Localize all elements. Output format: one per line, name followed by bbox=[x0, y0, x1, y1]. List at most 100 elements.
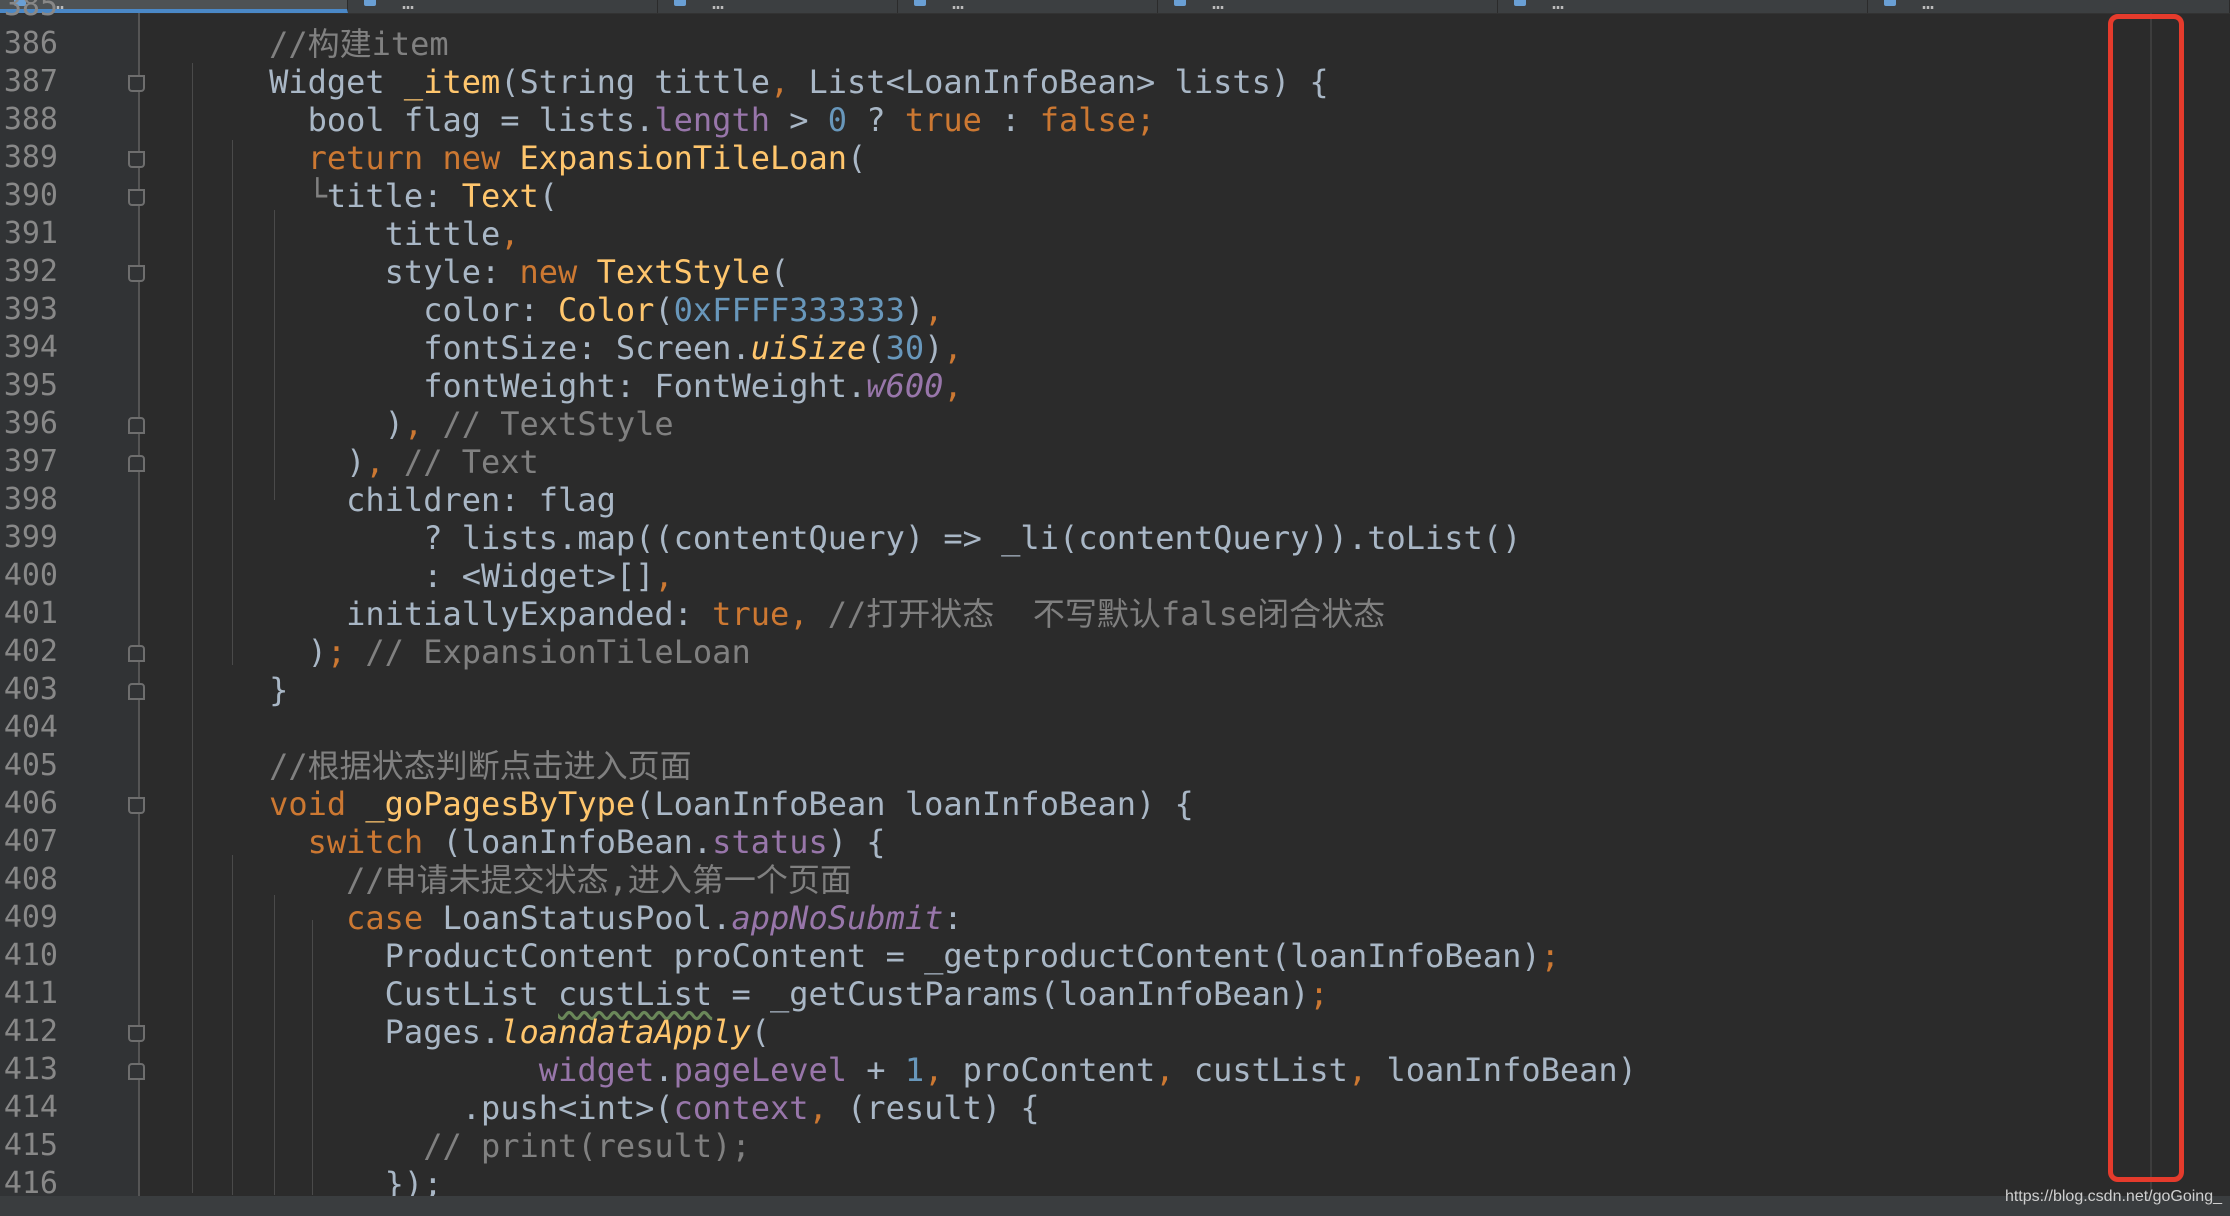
code-token: , bbox=[924, 291, 944, 329]
code-line[interactable]: 410 ProductContent proContent = _getprod… bbox=[0, 937, 2100, 975]
code-token: , bbox=[1347, 1051, 1387, 1089]
code-line[interactable]: 403 } bbox=[0, 671, 2100, 709]
code-line[interactable]: 408 //申请未提交状态,进入第一个页面 bbox=[0, 861, 2100, 899]
code-text: ? lists.map((contentQuery) => _li(conten… bbox=[192, 519, 1521, 557]
code-token: , bbox=[789, 595, 828, 633]
code-line[interactable]: 385 bbox=[0, 0, 2100, 25]
code-line[interactable]: 393 color: Color(0xFFFF333333), bbox=[0, 291, 2100, 329]
code-line[interactable]: 387 Widget _item(String tittle, List<Loa… bbox=[0, 63, 2100, 101]
code-token: : bbox=[943, 899, 963, 937]
fold-expand-icon[interactable] bbox=[128, 797, 145, 814]
indent-guide bbox=[192, 63, 193, 1193]
fold-expand-icon[interactable] bbox=[128, 75, 145, 92]
code-token: 0xFFFF333333 bbox=[673, 291, 905, 329]
code-token: ; bbox=[326, 633, 366, 671]
code-token: ( bbox=[750, 1013, 770, 1051]
code-line[interactable]: 409 case LoanStatusPool.appNoSubmit: bbox=[0, 899, 2100, 937]
code-line[interactable]: 388 bool flag = lists.length > 0 ? true … bbox=[0, 101, 2100, 139]
code-token: void bbox=[269, 785, 366, 823]
code-line[interactable]: 398 children: flag bbox=[0, 481, 2100, 519]
code-token: = _getCustParams(loanInfoBean) bbox=[712, 975, 1310, 1013]
watermark-text: https://blog.csdn.net/goGoing_ bbox=[2004, 1188, 2222, 1205]
code-token: Pages. bbox=[384, 1013, 501, 1051]
code-line[interactable]: 414 .push<int>(context, (result) { bbox=[0, 1089, 2100, 1127]
code-token: └ bbox=[307, 177, 327, 215]
code-line[interactable]: 391 tittle, bbox=[0, 215, 2100, 253]
fold-expand-icon[interactable] bbox=[128, 1025, 145, 1042]
line-number: 403 bbox=[3, 672, 58, 707]
code-line[interactable]: 392 style: new TextStyle( bbox=[0, 253, 2100, 291]
line-number: 409 bbox=[3, 900, 58, 935]
fold-end-icon[interactable] bbox=[128, 455, 145, 472]
fold-expand-icon[interactable] bbox=[128, 189, 145, 206]
code-token: new bbox=[519, 253, 597, 291]
fold-end-icon[interactable] bbox=[128, 683, 145, 700]
line-number: 408 bbox=[3, 862, 58, 897]
code-token: (result) { bbox=[847, 1089, 1040, 1127]
code-text: case LoanStatusPool.appNoSubmit: bbox=[192, 899, 963, 937]
code-line[interactable]: 399 ? lists.map((contentQuery) => _li(co… bbox=[0, 519, 2100, 557]
code-line[interactable]: 396 ), // TextStyle bbox=[0, 405, 2100, 443]
line-number: 396 bbox=[3, 406, 58, 441]
indent-guide bbox=[232, 140, 233, 665]
code-text: ), // Text bbox=[192, 443, 539, 481]
code-token: , bbox=[808, 1089, 848, 1127]
code-line[interactable]: 406 void _goPagesByType(LoanInfoBean loa… bbox=[0, 785, 2100, 823]
code-line[interactable]: 401 initiallyExpanded: true, //打开状态 不写默认… bbox=[0, 595, 2100, 633]
code-token: custList bbox=[558, 975, 713, 1013]
code-token: true bbox=[904, 101, 982, 139]
horizontal-scrollbar[interactable] bbox=[0, 1196, 2230, 1216]
code-token: ( bbox=[538, 177, 559, 215]
fold-expand-icon[interactable] bbox=[128, 151, 145, 168]
line-number: 394 bbox=[3, 330, 58, 365]
fold-expand-icon[interactable] bbox=[128, 265, 145, 282]
code-line[interactable]: 400 : <Widget>[], bbox=[0, 557, 2100, 595]
code-token: ; bbox=[1540, 937, 1560, 975]
code-line[interactable]: 404 bbox=[0, 709, 2100, 747]
line-number: 413 bbox=[3, 1052, 58, 1087]
code-line[interactable]: 411 CustList custList = _getCustParams(l… bbox=[0, 975, 2100, 1013]
code-line[interactable]: 407 switch (loanInfoBean.status) { bbox=[0, 823, 2100, 861]
code-line[interactable]: 390 └title: Text( bbox=[0, 177, 2100, 215]
indent-guide bbox=[232, 855, 233, 1195]
code-text: children: flag bbox=[192, 481, 616, 519]
code-token: _item bbox=[403, 63, 501, 101]
code-line[interactable]: 394 fontSize: Screen.uiSize(30), bbox=[0, 329, 2100, 367]
code-text: widget.pageLevel + 1, proContent, custLi… bbox=[192, 1051, 1637, 1089]
code-token: : bbox=[981, 101, 1040, 139]
code-editor[interactable]: 385 386 //构建item 387 Widget _item(String t… bbox=[0, 0, 2230, 1216]
code-line[interactable]: 397 ), // Text bbox=[0, 443, 2100, 481]
code-line[interactable]: 402 ); // ExpansionTileLoan bbox=[0, 633, 2100, 671]
code-text: style: new TextStyle( bbox=[192, 253, 790, 291]
code-line[interactable]: 386 //构建item bbox=[0, 25, 2100, 63]
code-line[interactable]: 413 widget.pageLevel + 1, proContent, cu… bbox=[0, 1051, 2100, 1089]
code-token: , bbox=[654, 557, 674, 595]
code-token: , bbox=[1155, 1051, 1194, 1089]
code-line[interactable]: 412 Pages.loandataApply( bbox=[0, 1013, 2100, 1051]
line-number: 398 bbox=[3, 482, 58, 517]
code-token: ( bbox=[769, 253, 790, 291]
code-token: w600 bbox=[866, 367, 944, 405]
fold-end-icon[interactable] bbox=[128, 645, 145, 662]
line-number: 411 bbox=[3, 976, 58, 1011]
fold-end-icon[interactable] bbox=[128, 417, 145, 434]
fold-end-icon[interactable] bbox=[128, 1063, 145, 1080]
code-line[interactable]: 389 return new ExpansionTileLoan( bbox=[0, 139, 2100, 177]
annotation-highlight-box bbox=[2108, 14, 2184, 1182]
code-line[interactable]: 405 //根据状态判断点击进入页面 bbox=[0, 747, 2100, 785]
code-line[interactable]: 415 // print(result); bbox=[0, 1127, 2100, 1165]
code-token: color: bbox=[423, 291, 559, 329]
code-text: : <Widget>[], bbox=[192, 557, 674, 595]
code-text: └title: Text( bbox=[192, 177, 558, 215]
code-line[interactable]: 395 fontWeight: FontWeight.w600, bbox=[0, 367, 2100, 405]
indent-guide bbox=[274, 210, 275, 500]
code-text: ), // TextStyle bbox=[192, 405, 674, 443]
